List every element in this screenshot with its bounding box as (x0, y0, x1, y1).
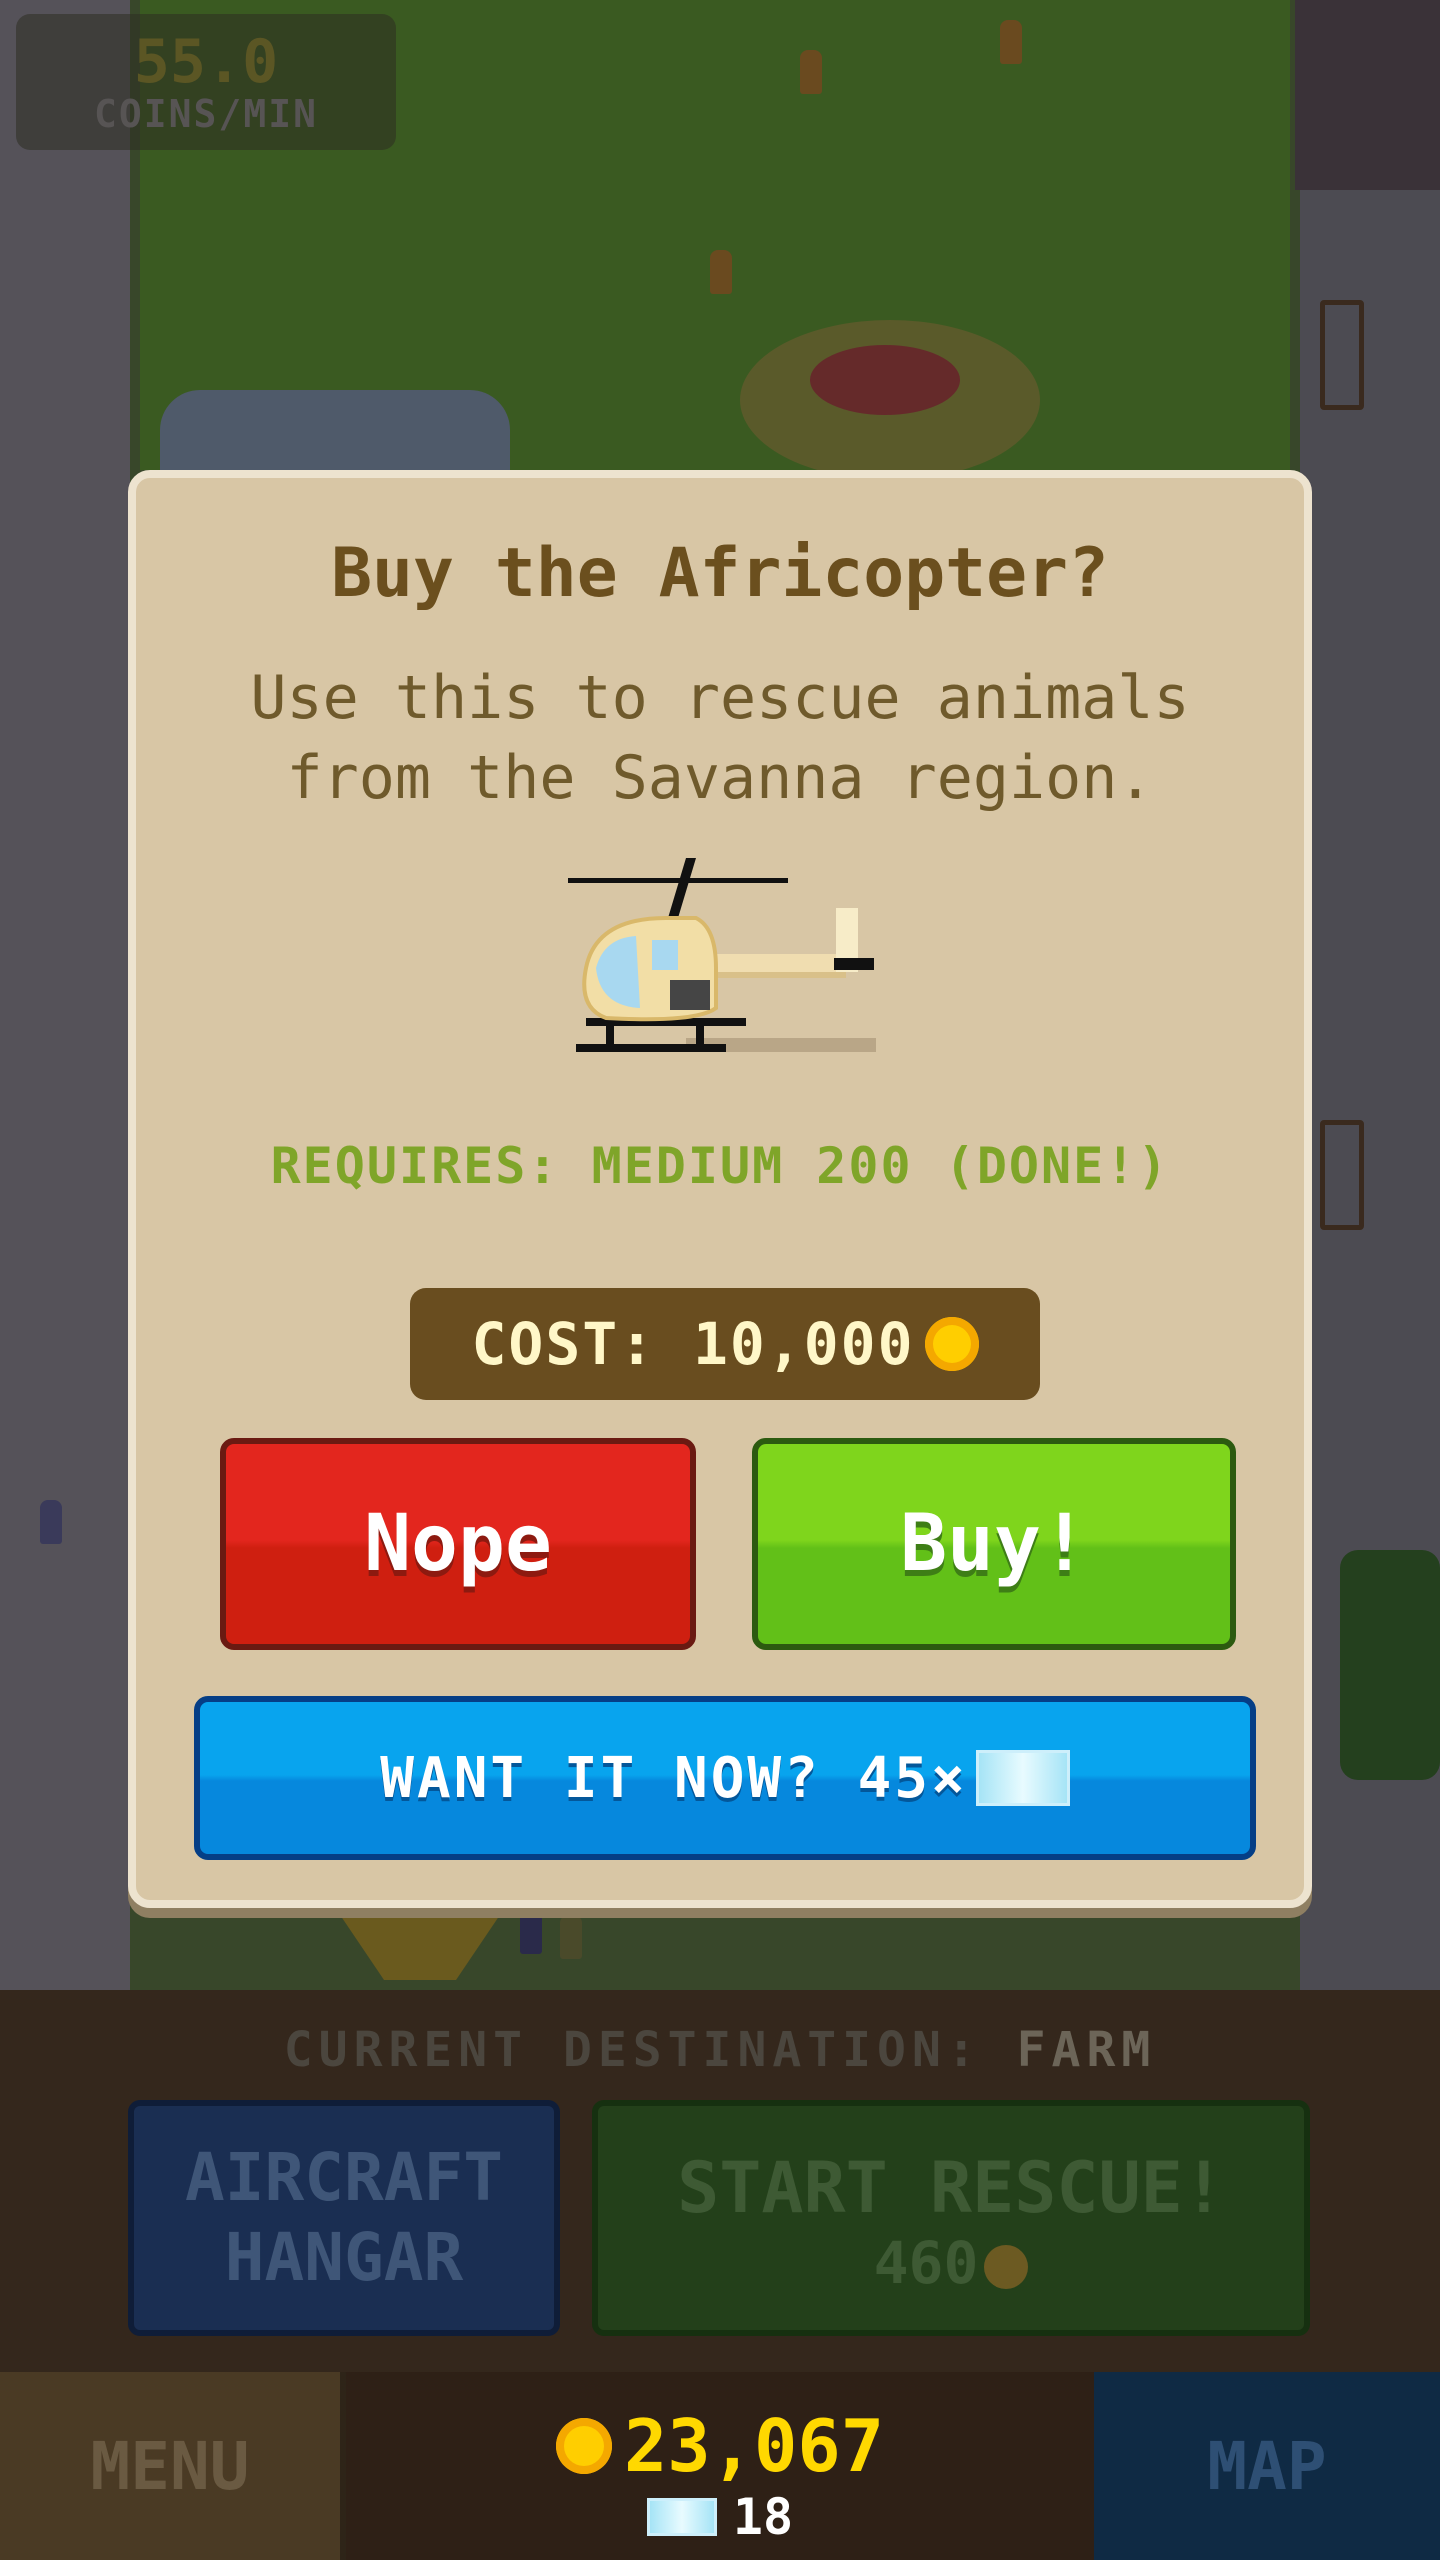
nope-button[interactable]: Nope (220, 1438, 696, 1650)
coins-per-minute-value: 55.0 (133, 27, 279, 97)
bench (1320, 1120, 1364, 1230)
requirement-text: REQUIRES: MEDIUM 200 (DONE!) (270, 1137, 1170, 1195)
coin-icon (984, 2244, 1029, 2289)
destination-prefix: CURRENT DESTINATION: (283, 2022, 1017, 2078)
map-button[interactable]: MAP (1094, 2372, 1440, 2560)
left-path (0, 0, 130, 1990)
gem-icon (646, 2498, 717, 2536)
visitor-sprite (40, 1500, 62, 1544)
start-rescue-label: START RESCUE! (677, 2147, 1225, 2229)
coin-icon (555, 2418, 612, 2474)
yellow-awning (330, 1900, 510, 1980)
gem-balance: 18 (346, 2488, 1094, 2546)
purchase-dialog: Buy the Africopter? Use this to rescue a… (128, 470, 1312, 1908)
bottom-bar: MENU 23,067 18 MAP (0, 2372, 1440, 2560)
visitor-sprite (560, 1915, 582, 1959)
bench (1320, 300, 1364, 410)
cost-label: COST: 10,000 (471, 1310, 915, 1378)
start-rescue-button[interactable]: START RESCUE! 460 (592, 2100, 1310, 2336)
visitor-sprite (710, 250, 732, 294)
buy-button[interactable]: Buy! (752, 1438, 1236, 1650)
coin-balance-value: 23,067 (623, 2404, 885, 2488)
coins-per-minute: 55.0 COINS/MIN (16, 14, 396, 150)
coins-per-minute-unit: COINS/MIN (94, 92, 318, 136)
visitor-sprite (1000, 20, 1022, 64)
want-it-now-label: WANT IT NOW? 45× (380, 1745, 968, 1811)
cost-badge: COST: 10,000 (410, 1288, 1040, 1400)
fountain-center (810, 345, 960, 415)
dialog-description: Use this to rescue animals from the Sava… (250, 663, 1190, 813)
hedge-bush (1340, 1550, 1440, 1780)
coin-balance: 23,067 (346, 2408, 1094, 2484)
flower-hedge (1295, 0, 1440, 190)
destination-value: FARM (1016, 2022, 1157, 2078)
coin-icon (924, 1317, 979, 1371)
rescue-cost: 460 (598, 2228, 1304, 2298)
helicopter-icon (568, 858, 876, 1052)
current-destination: CURRENT DESTINATION: FARM (0, 2022, 1440, 2078)
dialog-title: Buy the Africopter? (331, 534, 1109, 613)
visitor-sprite (800, 50, 822, 94)
menu-button[interactable]: MENU (0, 2372, 346, 2560)
visitor-sprite (520, 1910, 542, 1954)
rescue-cost-value: 460 (873, 2229, 979, 2297)
gem-icon (975, 1750, 1070, 1806)
wallet: 23,067 18 (346, 2372, 1094, 2560)
want-it-now-button[interactable]: WANT IT NOW? 45× (194, 1696, 1256, 1860)
aircraft-hangar-button[interactable]: AIRCRAFT HANGAR (128, 2100, 560, 2336)
gem-balance-value: 18 (732, 2488, 794, 2546)
